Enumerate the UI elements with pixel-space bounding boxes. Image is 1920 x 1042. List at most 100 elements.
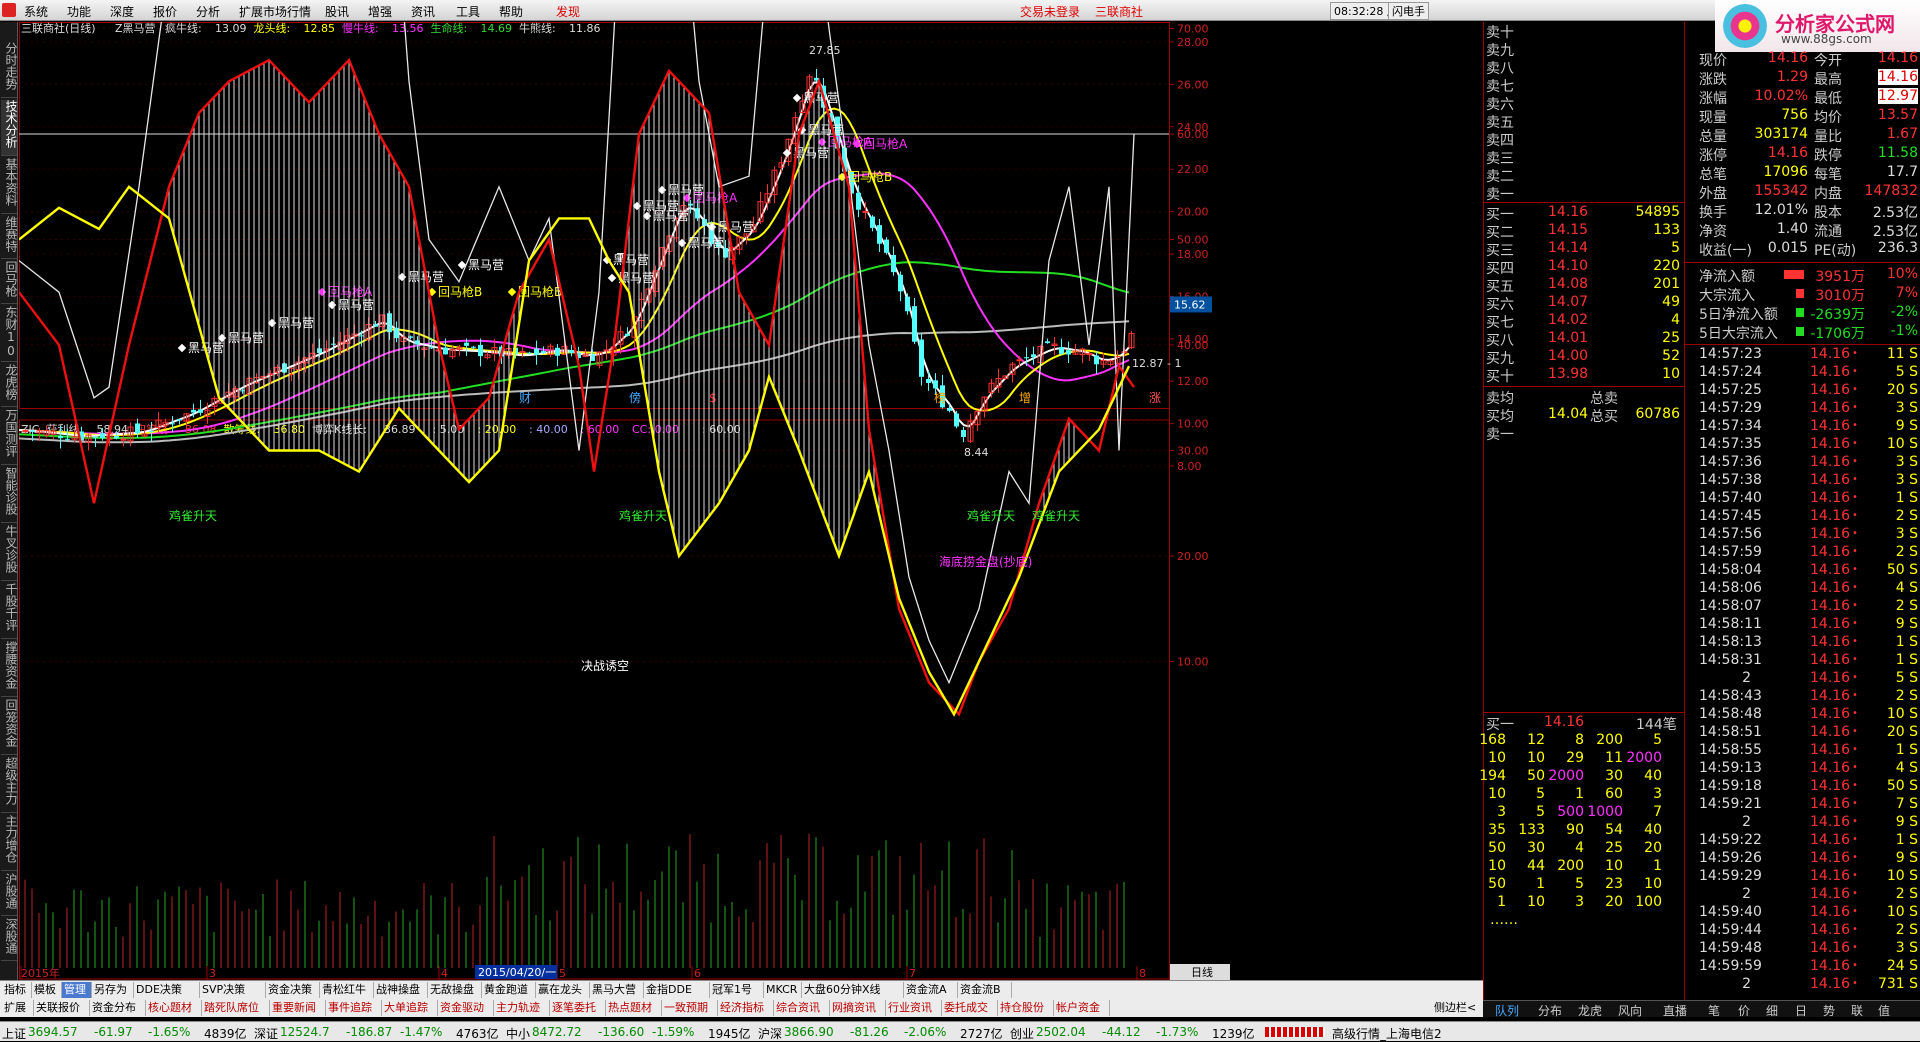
indicator-tab-14[interactable]: 冠军1号 (710, 982, 764, 998)
period-label[interactable]: 日线 (1191, 965, 1213, 979)
indicator-tab-7[interactable]: 青松红牛 (320, 982, 374, 998)
right-tab-3[interactable]: 风向 (1618, 1002, 1642, 1019)
app-logo-icon (2, 3, 16, 17)
right-tab-6[interactable]: 价 (1738, 1002, 1750, 1019)
indicator-tab-1[interactable]: 模板 (32, 982, 62, 998)
menu-system[interactable]: 系统 (24, 3, 48, 20)
menu-analysis[interactable]: 分析 (196, 3, 220, 20)
event-marker-m5[interactable]: 增 (1019, 391, 1031, 405)
indicator-tab-13[interactable]: 金指DDE (644, 982, 710, 998)
menu-depth[interactable]: 深度 (110, 3, 134, 20)
info-tab-8[interactable]: 资金驱动 (438, 1000, 494, 1016)
info-tab-11[interactable]: 热点题材 (606, 1000, 662, 1016)
right-tab-2[interactable]: 龙虎 (1578, 1002, 1602, 1019)
menu-tools[interactable]: 工具 (456, 3, 480, 20)
side-toggle-button[interactable]: 侧边栏< (1432, 1000, 1482, 1016)
indicator-tab-11[interactable]: 赢在龙头 (536, 982, 590, 998)
tick-time-30: 2 (1742, 886, 1751, 902)
menu-help[interactable]: 帮助 (499, 3, 523, 20)
tick-price-35: 14.16 (1810, 976, 1851, 992)
info-tab-2[interactable]: 资金分布 (90, 1000, 146, 1016)
indicator-tab-6[interactable]: 资金决策 (266, 982, 320, 998)
right-tab-0[interactable]: 队列 (1495, 1002, 1519, 1019)
indicator-tab-9[interactable]: 无敌操盘 (428, 982, 482, 998)
event-marker-m3[interactable]: $ (709, 391, 717, 405)
left-tab-14[interactable]: 主力增仓 (1, 815, 18, 871)
right-tab-5[interactable]: 笔 (1708, 1002, 1720, 1019)
x-tick-m6: 6 (694, 967, 701, 980)
menu-extended-market[interactable]: 扩展市场行情 (239, 3, 311, 20)
info-tab-10[interactable]: 逐笔委托 (550, 1000, 606, 1016)
event-marker-m1[interactable]: 财 (519, 391, 531, 405)
indicator-tab-4[interactable]: DDE决策 (134, 982, 200, 998)
indicator-tab-17[interactable]: 资金流A (904, 982, 958, 998)
menu-function[interactable]: 功能 (67, 3, 91, 20)
info-tab-6[interactable]: 事件追踪 (326, 1000, 382, 1016)
right-tab-10[interactable]: 联 (1851, 1002, 1863, 1019)
info-tab-3[interactable]: 核心题材 (146, 1000, 202, 1016)
indicator-tab-18[interactable]: 资金流B (958, 982, 1012, 998)
info-tab-9[interactable]: 主力轨迹 (494, 1000, 550, 1016)
info-tab-5[interactable]: 重要新闻 (270, 1000, 326, 1016)
menu-quote[interactable]: 报价 (153, 3, 177, 20)
info-tab-1[interactable]: 关联报价 (34, 1000, 90, 1016)
left-tab-6[interactable]: 龙虎榜 (1, 364, 18, 407)
left-tab-10[interactable]: 千股千评 (1, 583, 18, 639)
left-tab-0[interactable]: 分时走势 (1, 42, 18, 98)
indicator-tab-16[interactable]: 大盘60分钟X线 (802, 982, 904, 998)
info-tab-19[interactable]: 帐户资金 (1054, 1000, 1110, 1016)
shandian-button[interactable]: 闪电手 (1388, 2, 1429, 20)
right-tab-8[interactable]: 日 (1795, 1002, 1807, 1019)
left-tab-15[interactable]: 沪股通 (1, 873, 18, 916)
event-marker-m4[interactable]: 榜 (934, 390, 946, 405)
event-marker-m6[interactable]: 涨 (1149, 390, 1161, 405)
queue-cell: 90 (1566, 822, 1584, 838)
info-tab-12[interactable]: 一致预期 (662, 1000, 718, 1016)
left-tab-4[interactable]: 回马枪 (1, 261, 18, 304)
left-tab-5[interactable]: 东财10 (1, 306, 18, 362)
indicator-tab-5[interactable]: SVP决策 (200, 982, 266, 998)
menu-info[interactable]: 资讯 (411, 3, 435, 20)
index-value-0: 3694.57 (28, 1025, 78, 1039)
indicator-tab-15[interactable]: MKCR (764, 982, 802, 998)
info-tab-14[interactable]: 综合资讯 (774, 1000, 830, 1016)
indicator-tab-2[interactable]: 管理 (62, 982, 92, 998)
menu-discover[interactable]: 发现 (556, 3, 580, 20)
left-tab-9[interactable]: 牛叉诊股 (1, 525, 18, 581)
tick-arrow-1: • (1852, 366, 1858, 377)
info-tab-16[interactable]: 行业资讯 (886, 1000, 942, 1016)
info-tab-13[interactable]: 经济指标 (718, 1000, 774, 1016)
indicator-tab-0[interactable]: 指标 (2, 982, 32, 998)
left-tab-8[interactable]: 智能诊股 (1, 467, 18, 523)
candle-body (555, 347, 560, 356)
left-tab-16[interactable]: 深股通 (1, 918, 18, 961)
trade-login-status[interactable]: 交易未登录 (1020, 3, 1080, 20)
right-tab-1[interactable]: 分布 (1538, 1002, 1562, 1019)
right-tab-7[interactable]: 细 (1766, 1002, 1778, 1019)
left-tab-2[interactable]: 基本资料 (1, 158, 18, 214)
indicator-tab-3[interactable]: 另存为 (92, 982, 134, 998)
info-tab-7[interactable]: 大单追踪 (382, 1000, 438, 1016)
menu-enhance[interactable]: 增强 (368, 3, 392, 20)
indicator-tab-8[interactable]: 战神操盘 (374, 982, 428, 998)
right-tab-9[interactable]: 势 (1823, 1002, 1835, 1019)
left-tab-3[interactable]: 维赛特 (1, 216, 18, 259)
event-marker-m2[interactable]: 傍 (629, 390, 641, 405)
info-tab-17[interactable]: 委托成交 (942, 1000, 998, 1016)
indicator-tab-12[interactable]: 黑马大营 (590, 982, 644, 998)
info-tab-4[interactable]: 踏死队席位 (202, 1000, 270, 1016)
left-tab-12[interactable]: 回笼资金 (1, 699, 18, 755)
indicator-tab-10[interactable]: 黄金跑道 (482, 982, 536, 998)
left-tab-7[interactable]: 万国测评 (1, 409, 18, 465)
info-tab-18[interactable]: 持仓股份 (998, 1000, 1054, 1016)
info-tab-15[interactable]: 网摘资讯 (830, 1000, 886, 1016)
info-tab-0[interactable]: 扩展 (2, 1000, 34, 1016)
left-tab-11[interactable]: 撑腰资金 (1, 641, 18, 697)
right-tab-11[interactable]: 值 (1878, 1002, 1890, 1019)
right-tab-4[interactable]: 直播 (1663, 1002, 1687, 1019)
menu-stock-news[interactable]: 股讯 (325, 3, 349, 20)
tick-time-19: 14:58:43 (1699, 688, 1762, 704)
kline-chart[interactable]: 28.0026.0024.0022.0020.0018.0016.0014.00… (19, 22, 1483, 980)
left-tab-1[interactable]: 技术分析 (1, 100, 18, 156)
left-tab-13[interactable]: 超级主力 (1, 757, 18, 813)
